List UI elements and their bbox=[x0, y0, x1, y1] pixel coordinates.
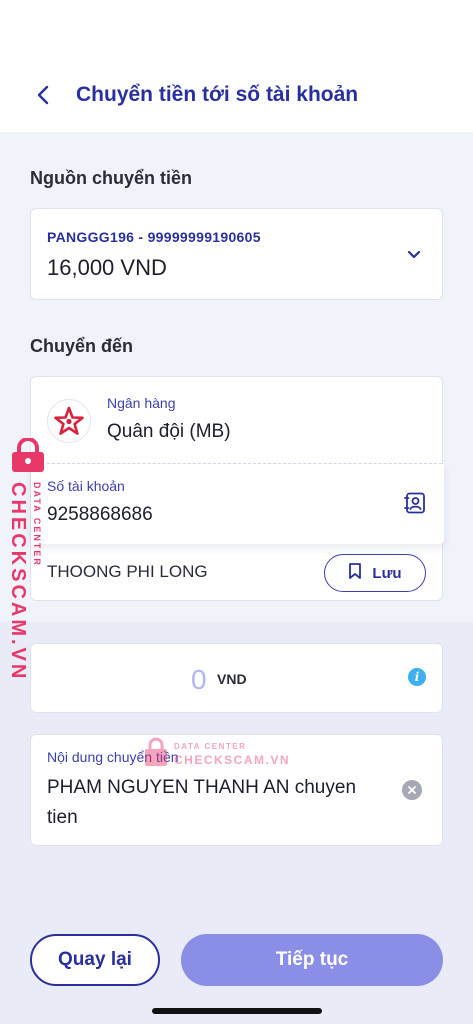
account-number-label: Số tài khoản bbox=[47, 478, 125, 494]
watermark-side: CHECKSCAM.VN DATA CENTER bbox=[4, 438, 48, 681]
chevron-down-icon[interactable] bbox=[404, 245, 424, 265]
contact-book-icon[interactable] bbox=[402, 490, 428, 516]
amount-unit: VND bbox=[217, 671, 247, 687]
watermark-subtitle: DATA CENTER bbox=[32, 482, 42, 567]
save-recipient-button[interactable]: Lưu bbox=[324, 554, 426, 592]
back-arrow-icon[interactable] bbox=[28, 80, 58, 110]
page-title: Chuyển tiền tới số tài khoản bbox=[76, 83, 359, 106]
bank-logo bbox=[47, 399, 91, 443]
recipient-name: THOONG PHI LONG bbox=[47, 562, 208, 581]
watermark-brand: CHECKSCAM.VN bbox=[7, 482, 29, 682]
watermark-center: DATA CENTER CHECKSCAM.VN bbox=[142, 736, 302, 772]
save-label: Lưu bbox=[372, 564, 402, 582]
watermark-center-brand: CHECKSCAM.VN bbox=[174, 753, 291, 767]
clear-icon[interactable] bbox=[402, 780, 422, 800]
info-icon[interactable]: i bbox=[408, 668, 426, 686]
destination-section-label: Chuyển đến bbox=[30, 336, 134, 356]
lock-icon bbox=[145, 737, 167, 766]
lock-icon bbox=[12, 438, 44, 472]
source-account-line: PANGGG196 - 99999999190605 bbox=[47, 229, 261, 245]
home-indicator bbox=[152, 1008, 322, 1014]
back-button[interactable]: Quay lại bbox=[30, 934, 160, 986]
source-balance: 16,000 VND bbox=[47, 255, 167, 280]
bookmark-icon bbox=[348, 562, 362, 584]
bank-name[interactable]: Quân đội (MB) bbox=[107, 421, 231, 443]
bank-label: Ngân hàng bbox=[107, 395, 176, 411]
account-number-field[interactable]: Số tài khoản 9258868686 bbox=[31, 464, 444, 544]
continue-button[interactable]: Tiếp tục bbox=[181, 934, 443, 986]
destination-card: Ngân hàng Quân đội (MB) Số tài khoản 925… bbox=[30, 376, 444, 601]
account-number-value[interactable]: 9258868686 bbox=[47, 504, 153, 526]
amount-value[interactable]: 0 bbox=[191, 664, 207, 696]
source-account-selector[interactable]: PANGGG196 - 99999999190605 16,000 VND bbox=[30, 208, 443, 300]
transfer-content-text[interactable]: PHAM NGUYEN THANH AN chuyen tien bbox=[47, 773, 387, 833]
header: Chuyển tiền tới số tài khoản bbox=[0, 0, 473, 132]
source-section-label: Nguồn chuyển tiền bbox=[30, 168, 192, 188]
watermark-center-subtitle: DATA CENTER bbox=[174, 742, 247, 751]
amount-input[interactable]: 0 VND i bbox=[30, 643, 443, 713]
